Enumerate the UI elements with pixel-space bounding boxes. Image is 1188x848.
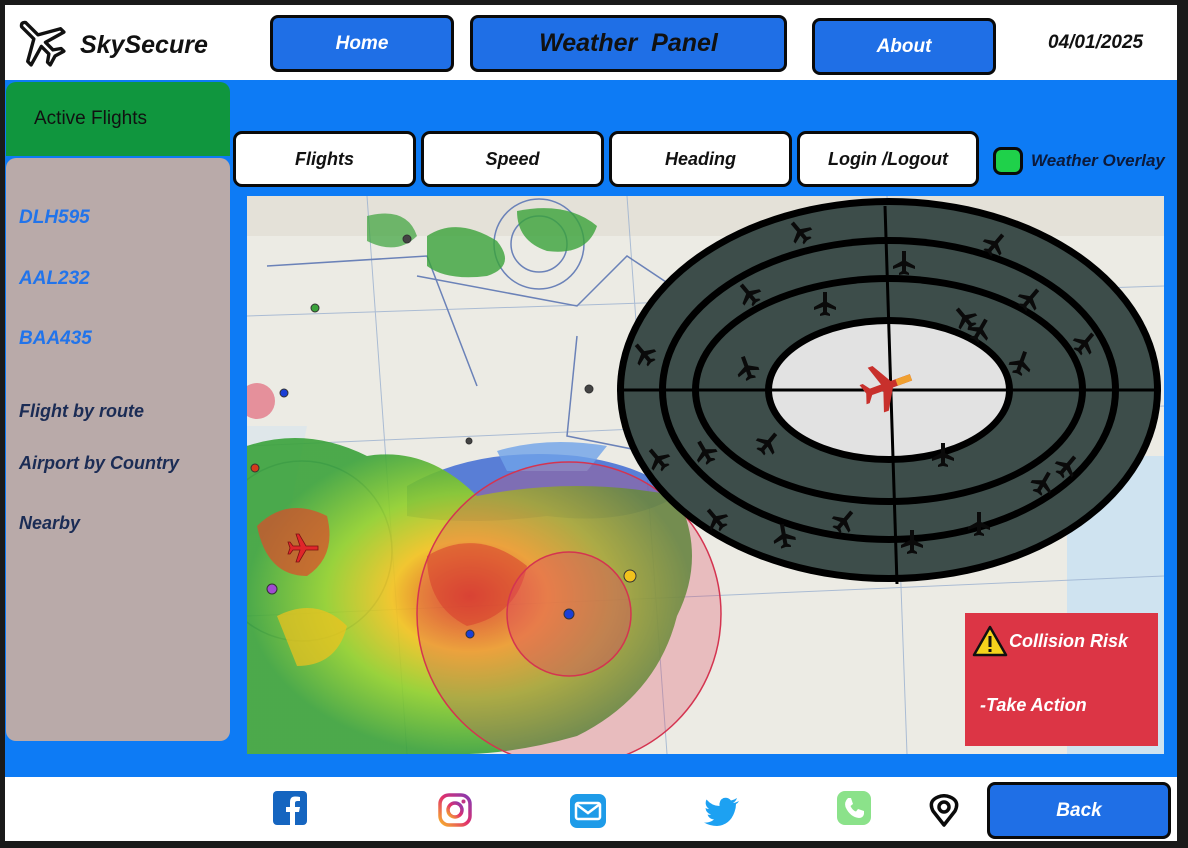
sidebar: DLH595 AAL232 BAA435 Flight by route Air… <box>6 158 230 741</box>
back-button[interactable]: Back <box>987 782 1171 839</box>
tab-speed[interactable]: Speed <box>421 131 604 187</box>
main-panel: Active Flights DLH595 AAL232 BAA435 Flig… <box>5 80 1177 777</box>
facebook-icon[interactable] <box>273 791 307 825</box>
instagram-icon[interactable] <box>438 793 472 827</box>
weather-overlay-toggle[interactable] <box>993 147 1023 175</box>
tab-heading[interactable]: Heading <box>609 131 792 187</box>
about-button[interactable]: About <box>812 18 996 75</box>
flight-item-baa435[interactable]: BAA435 <box>19 328 92 350</box>
nav-airport-by-country[interactable]: Airport by Country <box>19 453 179 474</box>
airplane-logo-icon <box>19 20 66 67</box>
twitter-icon[interactable] <box>704 797 740 827</box>
active-flights-label: Active Flights <box>34 108 147 129</box>
nav-nearby[interactable]: Nearby <box>19 513 80 534</box>
tab-flights[interactable]: Flights <box>233 131 416 187</box>
weather-panel-button[interactable]: Weather Panel <box>470 15 787 72</box>
mail-icon[interactable] <box>570 794 606 828</box>
radar-scope <box>617 198 1161 585</box>
warning-icon <box>972 625 1008 657</box>
location-pin-icon[interactable] <box>927 794 961 828</box>
current-date: 04/01/2025 <box>1048 32 1144 53</box>
weather-overlay-label: Weather Overlay <box>1031 151 1165 170</box>
home-button[interactable]: Home <box>270 15 454 72</box>
weather-map[interactable]: Collision Risk -Take Action <box>247 196 1164 754</box>
footer: Back <box>5 777 1177 841</box>
alert-title: Collision Risk <box>1009 631 1129 651</box>
active-flights-header[interactable]: Active Flights <box>6 82 230 156</box>
tab-login-logout[interactable]: Login /Logout <box>797 131 979 187</box>
phone-icon[interactable] <box>837 791 871 825</box>
header: SkySecure Home Weather Panel About 04/01… <box>5 5 1177 80</box>
collision-risk-alert[interactable]: Collision Risk -Take Action <box>965 613 1158 746</box>
app-name: SkySecure <box>80 31 208 59</box>
nav-flight-by-route[interactable]: Flight by route <box>19 401 144 422</box>
flight-item-aal232[interactable]: AAL232 <box>19 268 90 290</box>
alert-action[interactable]: -Take Action <box>980 695 1087 716</box>
flight-item-dlh595[interactable]: DLH595 <box>19 207 90 229</box>
